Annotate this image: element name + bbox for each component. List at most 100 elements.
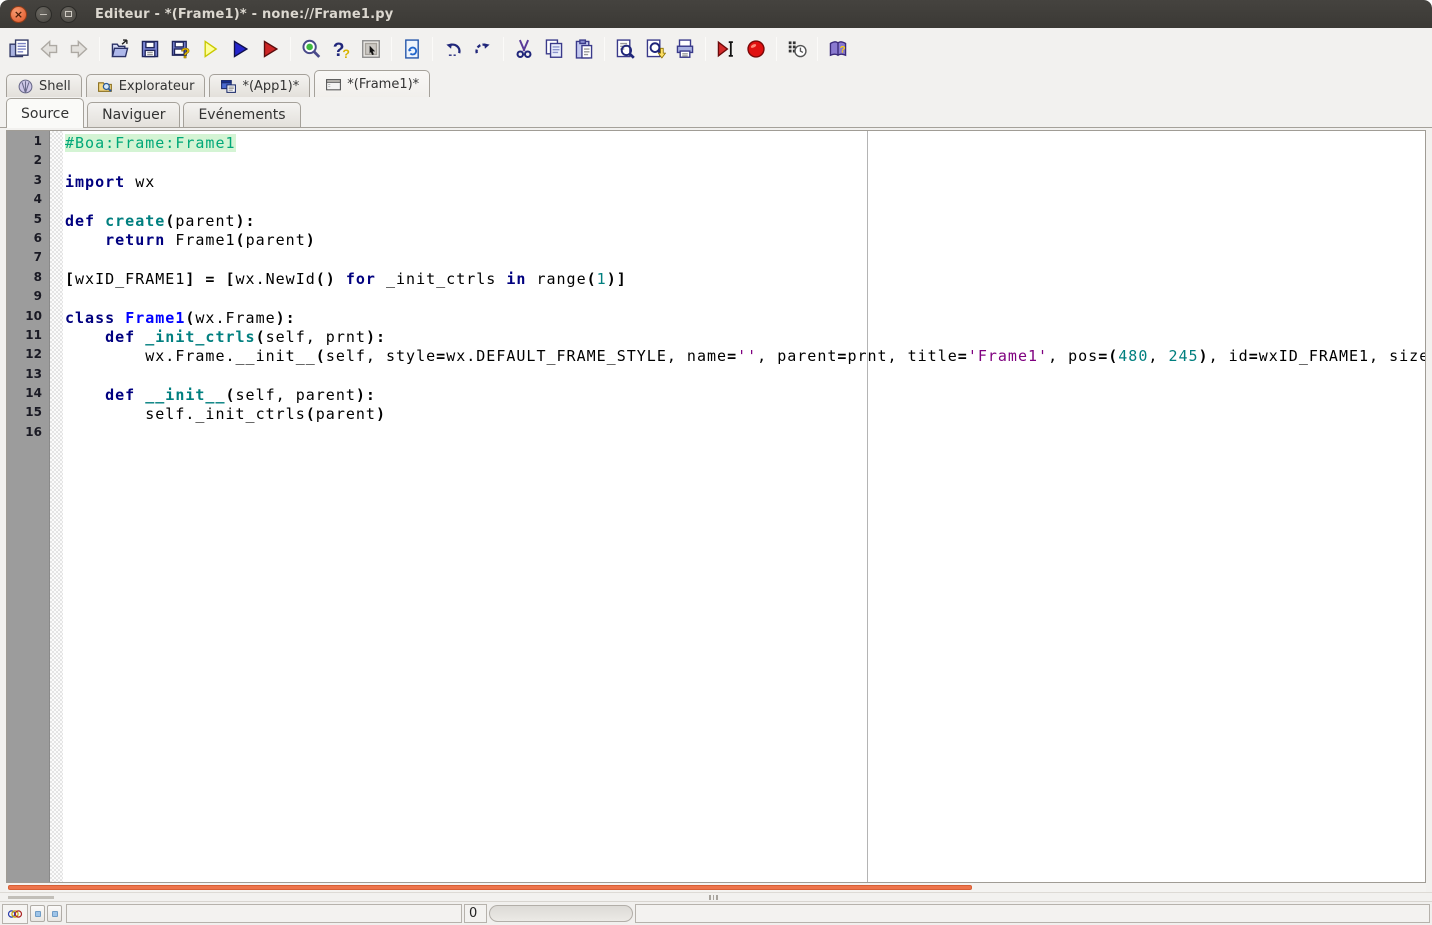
code-line[interactable] <box>65 289 1425 308</box>
check-syntax-button[interactable] <box>196 35 224 63</box>
line-number: 4 <box>33 192 42 207</box>
redo-button[interactable] <box>469 35 497 63</box>
window-title: Editeur - *(Frame1)* - none://Frame1.py <box>95 6 394 22</box>
horizontal-scrollbar[interactable] <box>6 883 1426 892</box>
back-button[interactable] <box>35 35 63 63</box>
print-button[interactable] <box>671 35 699 63</box>
sash-grip-icon <box>709 895 718 900</box>
small-square-icon <box>51 910 58 917</box>
code-line[interactable] <box>65 367 1425 386</box>
reload-icon <box>405 38 419 59</box>
inspect-button[interactable] <box>297 35 325 63</box>
titlebar[interactable]: × − Editeur - *(Frame1)* - none://Frame1… <box>0 0 1432 28</box>
code-line[interactable]: return Frame1(parent) <box>65 231 1425 250</box>
code-line[interactable]: def __init__(self, parent): <box>65 386 1425 405</box>
code-line[interactable]: def _init_ctrls(self, prnt): <box>65 328 1425 347</box>
tab-app1[interactable]: *(App1)* <box>209 74 311 97</box>
print-icon <box>676 38 694 58</box>
code-line[interactable]: class Frame1(wx.Frame): <box>65 309 1425 328</box>
run-app-button[interactable] <box>256 35 284 63</box>
line-number: 3 <box>33 172 42 187</box>
tab-source[interactable]: Source <box>6 98 85 128</box>
save-button[interactable] <box>136 35 164 63</box>
tab-explorer[interactable]: Explorateur <box>85 74 206 97</box>
line-number: 8 <box>33 269 42 284</box>
breakpoint-button[interactable] <box>742 35 770 63</box>
status-logo-panel <box>2 903 28 924</box>
context-help-button[interactable]: ?? <box>327 35 355 63</box>
code-line[interactable]: self._init_ctrls(parent) <box>65 405 1425 424</box>
tab-shell[interactable]: Shell <box>6 74 82 97</box>
forward-button[interactable] <box>65 35 93 63</box>
code-line[interactable]: import wx <box>65 173 1425 192</box>
status-progressbar <box>489 905 633 922</box>
minimize-button[interactable]: − <box>35 5 52 23</box>
profile-button[interactable] <box>783 35 811 63</box>
tab-evenements[interactable]: Evénements <box>183 102 301 127</box>
code-line[interactable]: #Boa:Frame:Frame1 <box>65 134 1425 153</box>
toolbar-separator <box>290 36 291 61</box>
tab-frame1[interactable]: *(Frame1)* <box>314 70 431 97</box>
run-module-icon <box>233 39 249 58</box>
line-number: 16 <box>25 424 42 439</box>
status-button-2[interactable] <box>47 905 62 922</box>
view-frame-icon <box>362 39 380 58</box>
paste-icon <box>575 38 593 59</box>
splitter-sash[interactable] <box>0 892 1432 901</box>
context-help-icon: ?? <box>333 39 350 59</box>
open-button[interactable] <box>106 35 134 63</box>
save-query-button[interactable]: ? <box>166 35 194 63</box>
app-icon <box>221 79 237 93</box>
status-button-1[interactable] <box>30 905 45 922</box>
find-button[interactable] <box>611 35 639 63</box>
line-number: 13 <box>25 366 42 381</box>
tab-label: Naviguer <box>102 107 166 123</box>
tab-label: Evénements <box>198 107 286 123</box>
editor-window-button[interactable] <box>5 35 33 63</box>
code-line[interactable]: [wxID_FRAME1] = [wx.NewId() for _init_ct… <box>65 270 1425 289</box>
tab-label: Explorateur <box>118 78 195 94</box>
check-syntax-icon <box>204 39 218 58</box>
status-message-field <box>66 904 462 923</box>
line-number-gutter[interactable]: 1 2 3 4 5 6 7 8 9 10 11 12 13 14 15 16 <box>7 131 50 882</box>
find-icon <box>616 38 635 59</box>
code-line[interactable] <box>65 153 1425 172</box>
breakpoint-icon <box>747 39 765 58</box>
find-next-button[interactable] <box>641 35 669 63</box>
rings-icon <box>7 909 23 918</box>
line-number: 12 <box>25 347 42 362</box>
view-frame-button[interactable] <box>357 35 385 63</box>
undo-button[interactable] <box>439 35 467 63</box>
code-line[interactable] <box>65 250 1425 269</box>
fold-margin[interactable] <box>50 131 63 882</box>
small-square-icon <box>34 910 41 917</box>
code-line[interactable] <box>65 425 1425 444</box>
close-button[interactable]: × <box>10 5 27 23</box>
code-line[interactable]: wx.Frame.__init__(self, style=wx.DEFAULT… <box>65 347 1425 366</box>
toolbar-separator <box>604 36 605 61</box>
undo-icon <box>446 42 461 56</box>
run-module-button[interactable] <box>226 35 254 63</box>
tab-label: *(App1)* <box>242 78 300 94</box>
cut-button[interactable] <box>510 35 538 63</box>
editor-window-icon <box>9 38 29 57</box>
copy-button[interactable] <box>540 35 568 63</box>
reload-button[interactable] <box>398 35 426 63</box>
paste-button[interactable] <box>570 35 598 63</box>
maximize-button[interactable] <box>60 5 77 23</box>
run-app-icon <box>263 39 279 58</box>
run-to-cursor-button[interactable] <box>712 35 740 63</box>
toolbar-separator <box>432 36 433 61</box>
scrollbar-thumb[interactable] <box>8 885 972 890</box>
find-next-icon <box>646 38 666 59</box>
toolbar-separator <box>503 36 504 61</box>
tab-naviguer[interactable]: Naviguer <box>87 102 181 127</box>
edge-column-line <box>867 131 868 882</box>
tab-label: Source <box>21 105 70 122</box>
svg-text:?: ? <box>181 44 190 59</box>
code-line[interactable] <box>65 192 1425 211</box>
sub-tab-bar: Source Naviguer Evénements <box>0 97 1432 128</box>
code-area[interactable]: #Boa:Frame:Frame1 import wx def create(par… <box>63 131 1425 882</box>
help-book-button[interactable]: ? <box>824 35 852 63</box>
code-line[interactable]: def create(parent): <box>65 212 1425 231</box>
